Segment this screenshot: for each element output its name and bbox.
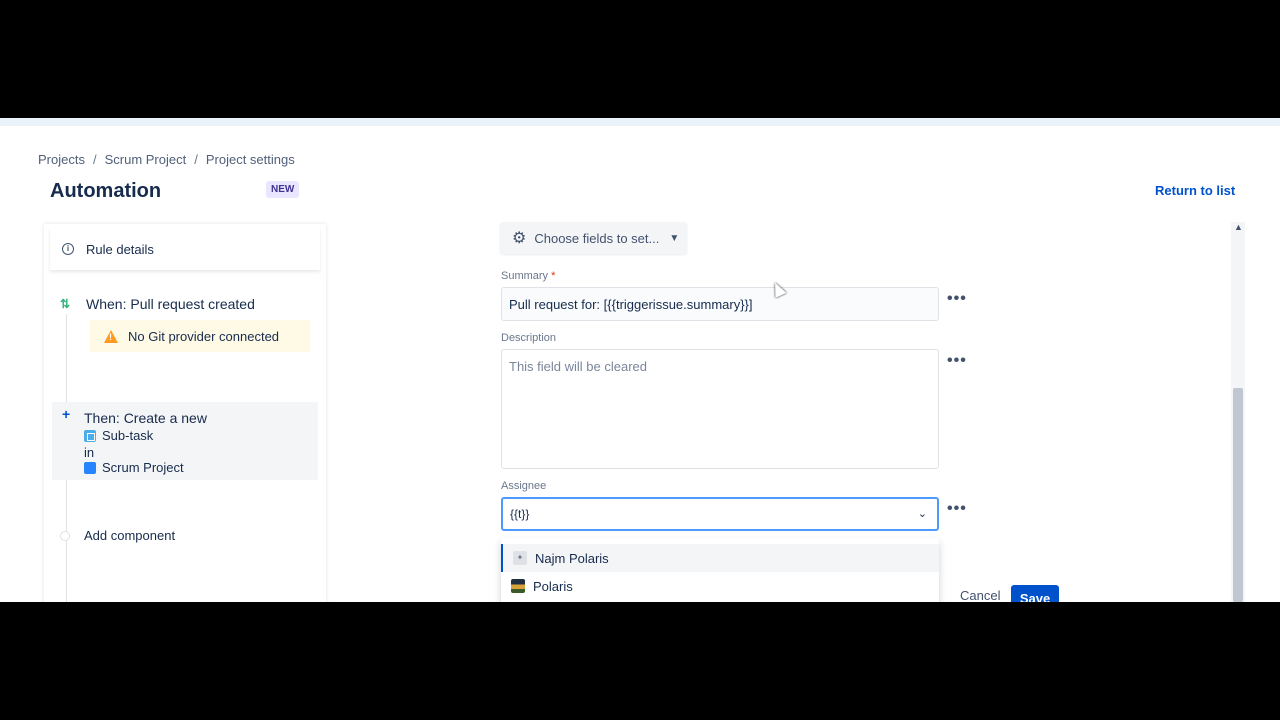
assignee-dropdown: ✦ Najm Polaris Polaris [501, 538, 939, 602]
git-warning: No Git provider connected [90, 320, 310, 352]
info-icon: i [62, 243, 74, 255]
required-mark: * [551, 270, 556, 282]
automation-screen: Projects / Scrum Project / Project setti… [0, 118, 1280, 602]
rule-panel: i Rule details ⇅ When: Pull request crea… [44, 224, 326, 602]
add-component-label: Add component [84, 528, 176, 543]
more-icon[interactable]: ••• [947, 500, 967, 518]
save-button[interactable]: Save [1011, 585, 1059, 602]
chevron-down-icon: ▼ [669, 232, 680, 244]
breadcrumb-project-settings[interactable]: Project settings [206, 152, 295, 167]
scroll-up-icon[interactable]: ▲ [1234, 222, 1243, 232]
rule-details-label: Rule details [86, 241, 154, 257]
description-label: Description [501, 332, 557, 344]
option-label: Najm Polaris [535, 550, 609, 566]
breadcrumb-scrum-project[interactable]: Scrum Project [105, 152, 187, 167]
return-to-list-link[interactable]: Return to list [1155, 183, 1235, 198]
top-strip [0, 118, 1280, 126]
gear-icon: ⚙ [512, 230, 527, 247]
breadcrumb-projects[interactable]: Projects [38, 152, 85, 167]
choose-fields-button[interactable]: ⚙ Choose fields to set... ▼ [500, 222, 687, 254]
breadcrumb: Projects / Scrum Project / Project setti… [38, 152, 295, 167]
issue-type-label: Sub-task [102, 428, 154, 443]
assignee-value: {{t}} [510, 507, 530, 521]
add-component-dot-icon [60, 530, 70, 541]
project-icon [84, 461, 96, 474]
more-icon[interactable]: ••• [947, 352, 967, 370]
project-label: Scrum Project [102, 460, 184, 475]
avatar: ✦ [513, 551, 527, 565]
avatar [511, 579, 525, 593]
action-connector: in [84, 445, 95, 460]
action-title: Then: Create a new [84, 410, 207, 426]
action-project: Scrum Project [84, 460, 184, 475]
scroll-thumb[interactable] [1233, 388, 1243, 602]
assignee-label: Assignee [501, 480, 547, 492]
subtask-icon [84, 429, 96, 442]
new-badge: NEW [266, 181, 300, 198]
scrollbar[interactable]: ▲ [1231, 222, 1245, 602]
warning-text: No Git provider connected [128, 328, 280, 344]
option-label: Polaris [533, 578, 573, 594]
git-pull-request-icon: ⇅ [60, 297, 71, 311]
warning-icon [104, 329, 118, 343]
action-issue-type: Sub-task [84, 428, 153, 443]
add-component-item[interactable]: Add component [60, 528, 175, 543]
assignee-option[interactable]: Polaris [501, 572, 939, 600]
trigger-item[interactable]: ⇅ When: Pull request created [60, 296, 255, 312]
summary-label-text: Summary [501, 270, 549, 282]
summary-input[interactable]: Pull request for: [{{triggerissue.summar… [501, 287, 939, 321]
assignee-select[interactable]: {{t}} ⌄ [501, 497, 939, 531]
chevron-down-icon: ⌄ [917, 508, 927, 520]
breadcrumb-separator: / [194, 152, 198, 167]
cancel-button[interactable]: Cancel [960, 588, 1000, 602]
summary-label: Summary * [501, 270, 555, 282]
action-item[interactable]: + Then: Create a new Sub-task in Scrum P… [52, 402, 318, 480]
breadcrumb-separator: / [92, 152, 97, 167]
page-title: Automation [50, 180, 162, 202]
assignee-option[interactable]: ✦ Najm Polaris [501, 544, 939, 572]
more-icon[interactable]: ••• [947, 290, 967, 308]
rule-details-item[interactable]: i Rule details [50, 228, 320, 270]
choose-fields-label: Choose fields to set... [534, 230, 660, 246]
description-textarea[interactable]: This field will be cleared [501, 349, 939, 469]
trigger-label: When: Pull request created [86, 296, 255, 312]
plus-icon[interactable]: + [62, 406, 70, 422]
